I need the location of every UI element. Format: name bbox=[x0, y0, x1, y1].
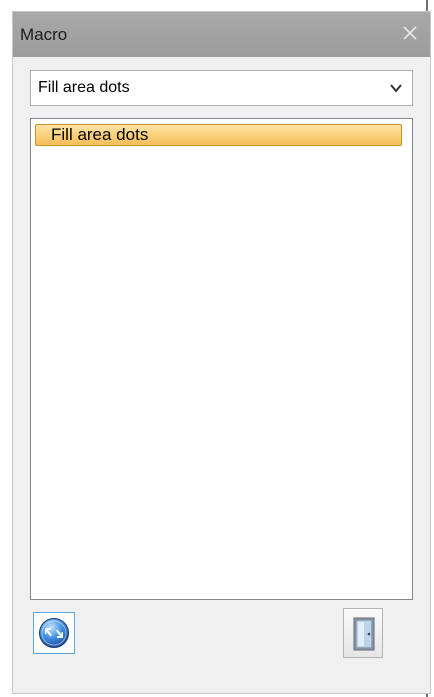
macro-select-value: Fill area dots bbox=[38, 79, 130, 96]
close-icon[interactable] bbox=[398, 21, 422, 45]
list-item[interactable]: Fill area dots bbox=[35, 124, 402, 146]
panel-titlebar: Macro bbox=[13, 12, 430, 57]
list-item-label: Fill area dots bbox=[51, 125, 149, 144]
macro-list[interactable]: Fill area dots bbox=[30, 118, 413, 600]
exit-button[interactable] bbox=[343, 608, 383, 658]
door-exit-icon bbox=[353, 617, 375, 651]
chevron-down-icon bbox=[390, 84, 402, 93]
macro-panel: Macro Fill area dots Fill area dots bbox=[12, 11, 431, 694]
panel-title: Macro bbox=[20, 25, 68, 44]
run-macro-icon bbox=[39, 618, 69, 648]
macro-select[interactable]: Fill area dots bbox=[30, 70, 413, 106]
run-macro-button[interactable] bbox=[33, 612, 75, 654]
